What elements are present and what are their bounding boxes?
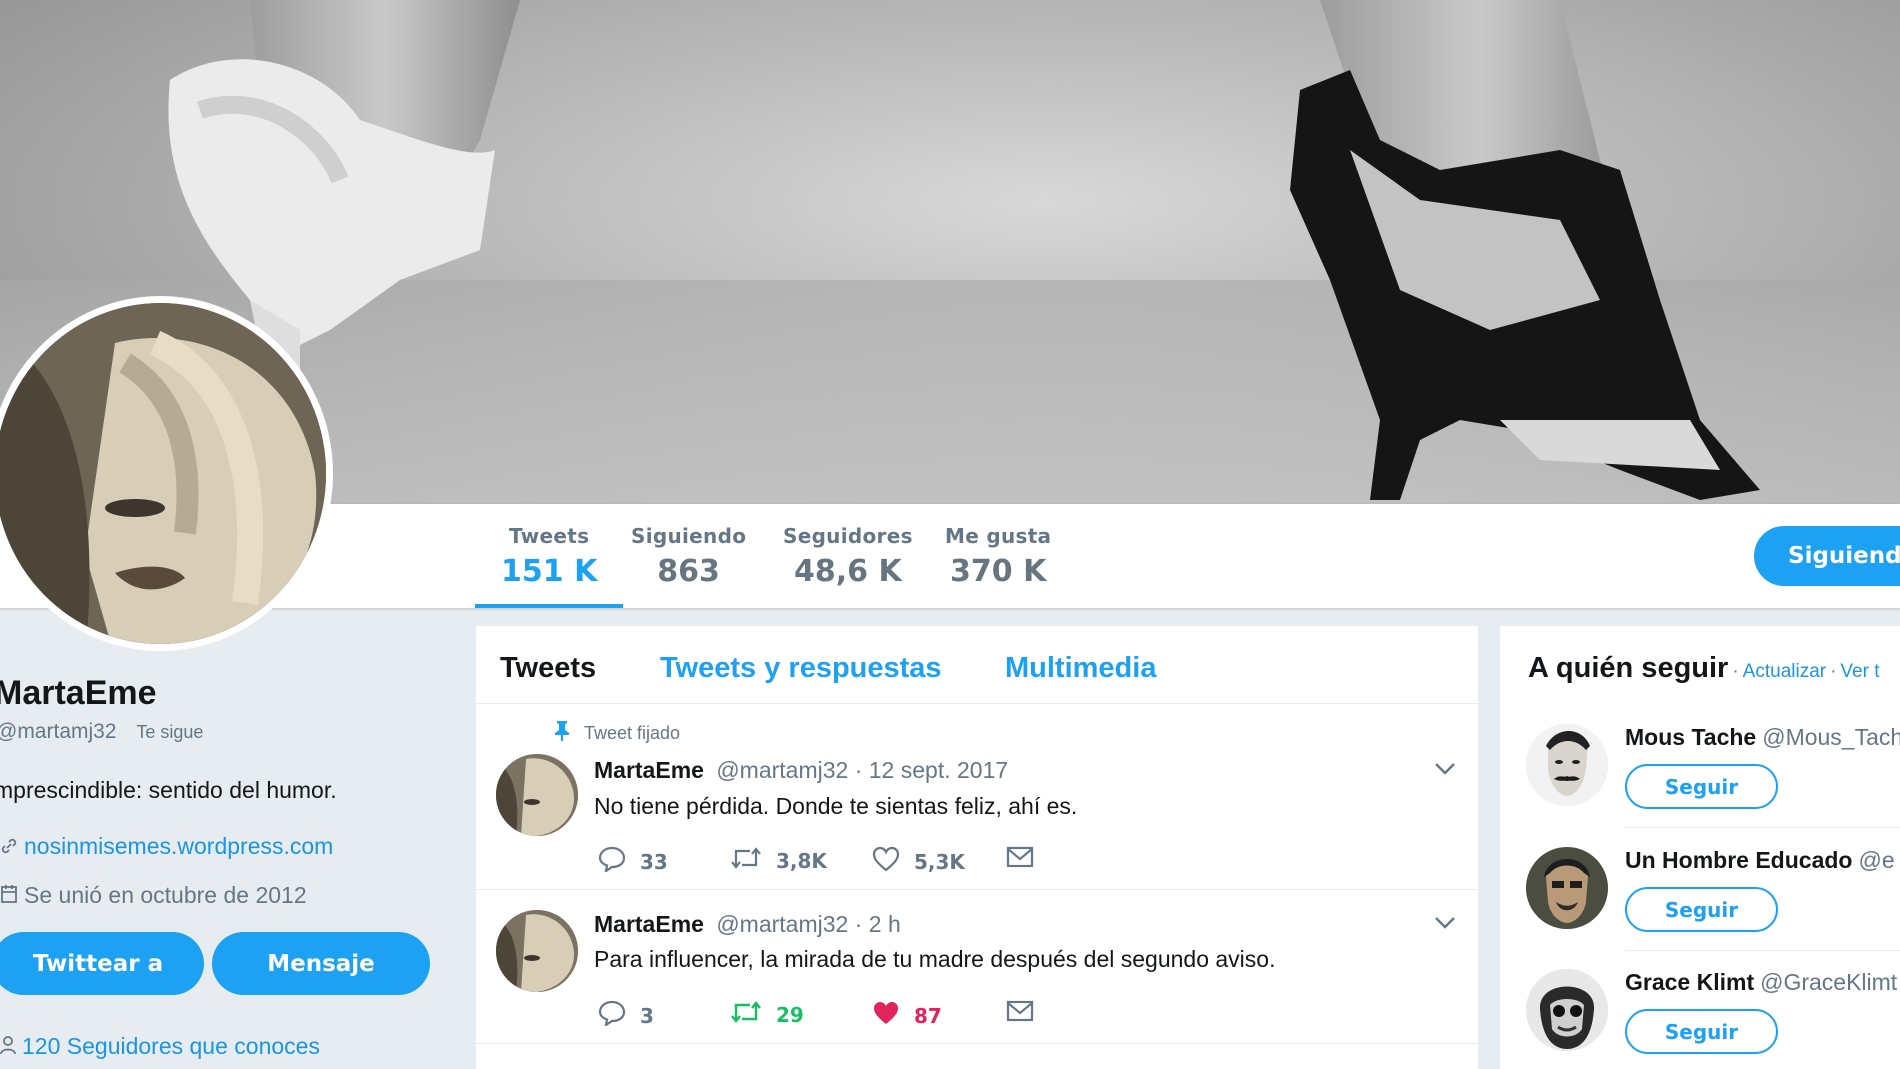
suggestion-name-row[interactable]: Grace Klimt @GraceKlimt xyxy=(1625,969,1897,996)
profile-website-link[interactable]: nosinmisemes.wordpress.com xyxy=(24,833,333,859)
profile-joined-row: Se unió en octubre de 2012 xyxy=(0,882,307,910)
profile-avatar[interactable] xyxy=(0,296,333,651)
retweet-count: 29 xyxy=(776,1002,804,1027)
message-button[interactable]: Mensaje xyxy=(212,932,430,995)
envelope-icon xyxy=(1006,846,1048,873)
followers-you-know-row[interactable]: 120 Seguidores que conoces xyxy=(0,1033,320,1061)
follow-button[interactable]: Seguir xyxy=(1625,764,1778,809)
suggestion-avatar[interactable] xyxy=(1526,969,1608,1051)
suggestion-handle: @e xyxy=(1858,847,1895,873)
tweet-timestamp[interactable]: · 12 sept. 2017 xyxy=(855,757,1008,783)
suggestion-name: Un Hombre Educado xyxy=(1625,847,1853,873)
suggestion-name: Mous Tache xyxy=(1625,724,1757,750)
suggestion-name: Grace Klimt xyxy=(1625,969,1755,995)
retweet-action[interactable]: 3,8K xyxy=(730,846,827,875)
retweet-icon xyxy=(730,846,776,875)
like-count: 5,3K xyxy=(914,849,965,874)
stat-followers[interactable]: Seguidores 48,6 K xyxy=(783,524,913,589)
tab-media[interactable]: Multimedia xyxy=(1005,652,1156,685)
retweet-action[interactable]: 29 xyxy=(730,1000,804,1029)
stat-label: Me gusta xyxy=(945,524,1052,548)
profile-joined-date: Se unió en octubre de 2012 xyxy=(24,882,307,908)
reply-action[interactable]: 3 xyxy=(598,1000,654,1031)
like-action[interactable]: 5,3K xyxy=(872,846,965,877)
reply-icon xyxy=(598,1000,640,1031)
pinned-indicator: Tweet fijado xyxy=(554,720,680,747)
follow-button[interactable]: Seguir xyxy=(1625,887,1778,932)
stat-following[interactable]: Siguiendo 863 xyxy=(631,524,746,589)
timeline: Tweets Tweets y respuestas Multimedia Tw… xyxy=(476,626,1478,1069)
stat-value: 370 K xyxy=(950,554,1047,589)
retweet-icon xyxy=(730,1000,776,1029)
tweet-timestamp[interactable]: · 2 h xyxy=(855,911,901,937)
view-all-link[interactable]: Ver t xyxy=(1840,661,1879,682)
suggestion-name-row[interactable]: Mous Tache @Mous_Tach xyxy=(1625,724,1900,751)
who-to-follow-panel: A quién seguir · Actualizar · Ver t Mous Tac… xyxy=(1500,626,1900,1069)
refresh-link[interactable]: Actualizar xyxy=(1743,661,1826,682)
profile-name: MartaEme xyxy=(0,674,157,712)
retweet-count: 3,8K xyxy=(776,848,827,873)
calendar-icon xyxy=(0,883,18,910)
profile-bio: mprescindible: sentido del humor. xyxy=(0,777,337,803)
like-count: 87 xyxy=(914,1003,942,1028)
stat-value: 151 K xyxy=(501,554,598,589)
reply-count: 3 xyxy=(640,1003,654,1028)
suggestion-avatar[interactable] xyxy=(1526,847,1608,929)
suggestion-name-row[interactable]: Un Hombre Educado @e xyxy=(1625,847,1895,874)
pinned-label: Tweet fijado xyxy=(584,723,681,743)
follows-you-badge: Te sigue xyxy=(136,722,204,742)
stat-label: Tweets xyxy=(509,524,590,548)
divider xyxy=(1625,950,1900,951)
reply-count: 33 xyxy=(640,849,668,874)
tweet-avatar[interactable] xyxy=(496,754,578,836)
direct-message-action[interactable] xyxy=(1006,1000,1048,1027)
followers-you-know-link[interactable]: 120 Seguidores que conoces xyxy=(22,1033,320,1059)
like-action[interactable]: 87 xyxy=(872,1000,942,1031)
envelope-icon xyxy=(1006,1000,1048,1027)
divider xyxy=(1625,827,1900,828)
stat-likes[interactable]: Me gusta 370 K xyxy=(945,524,1051,589)
reply-action[interactable]: 33 xyxy=(598,846,668,877)
who-to-follow-header: A quién seguir · Actualizar · Ver t xyxy=(1528,652,1880,684)
who-to-follow-title: A quién seguir xyxy=(1528,652,1729,684)
tweet-header: MartaEme @martamj32 · 2 h xyxy=(594,911,901,938)
tweet-text: No tiene pérdida. Donde te sientas feliz… xyxy=(594,793,1078,819)
person-icon xyxy=(0,1034,16,1061)
tab-tweets-and-replies[interactable]: Tweets y respuestas xyxy=(660,652,942,685)
tweet-item[interactable]: Tweet fijado MartaEme @martamj32 · 12 se… xyxy=(476,704,1478,890)
chevron-down-icon[interactable] xyxy=(1434,916,1456,935)
stat-value: 863 xyxy=(657,554,720,589)
suggestion-handle: @Mous_Tach xyxy=(1762,724,1900,750)
profile-handle: @martamj32 xyxy=(0,720,117,743)
heart-icon xyxy=(872,846,914,877)
tab-tweets[interactable]: Tweets xyxy=(500,652,596,685)
suggestion-handle: @GraceKlimt xyxy=(1760,969,1898,995)
tweet-author-name[interactable]: MartaEme xyxy=(594,911,704,937)
tweet-author-handle[interactable]: @martamj32 xyxy=(716,757,848,783)
reply-icon xyxy=(598,846,640,877)
stat-value: 48,6 K xyxy=(794,554,902,589)
tweet-item[interactable]: MartaEme @martamj32 · 2 h Para influence… xyxy=(476,890,1478,1044)
tweet-author-handle[interactable]: @martamj32 xyxy=(716,911,848,937)
direct-message-action[interactable] xyxy=(1006,846,1048,873)
tweet-avatar[interactable] xyxy=(496,910,578,992)
chevron-down-icon[interactable] xyxy=(1434,762,1456,781)
heart-icon xyxy=(872,1000,914,1031)
profile-website-row: nosinmisemes.wordpress.com xyxy=(0,833,333,861)
stat-label: Seguidores xyxy=(783,524,913,548)
suggestion-avatar[interactable] xyxy=(1526,724,1608,806)
timeline-tabs: Tweets Tweets y respuestas Multimedia xyxy=(476,626,1478,704)
profile-handle-row: @martamj32 Te sigue xyxy=(0,720,203,744)
link-icon xyxy=(0,834,18,861)
tweet-author-name[interactable]: MartaEme xyxy=(594,757,704,783)
follow-button[interactable]: Seguir xyxy=(1625,1009,1778,1054)
stat-tweets[interactable]: Tweets 151 K xyxy=(474,524,624,608)
tweet-header: MartaEme @martamj32 · 12 sept. 2017 xyxy=(594,757,1008,784)
tweet-to-button[interactable]: Twittear a xyxy=(0,932,204,995)
tweet-text: Para influencer, la mirada de tu madre d… xyxy=(594,946,1276,972)
pin-icon xyxy=(554,720,570,747)
following-button[interactable]: Siguiendo xyxy=(1754,526,1900,586)
stat-label: Siguiendo xyxy=(631,524,747,548)
